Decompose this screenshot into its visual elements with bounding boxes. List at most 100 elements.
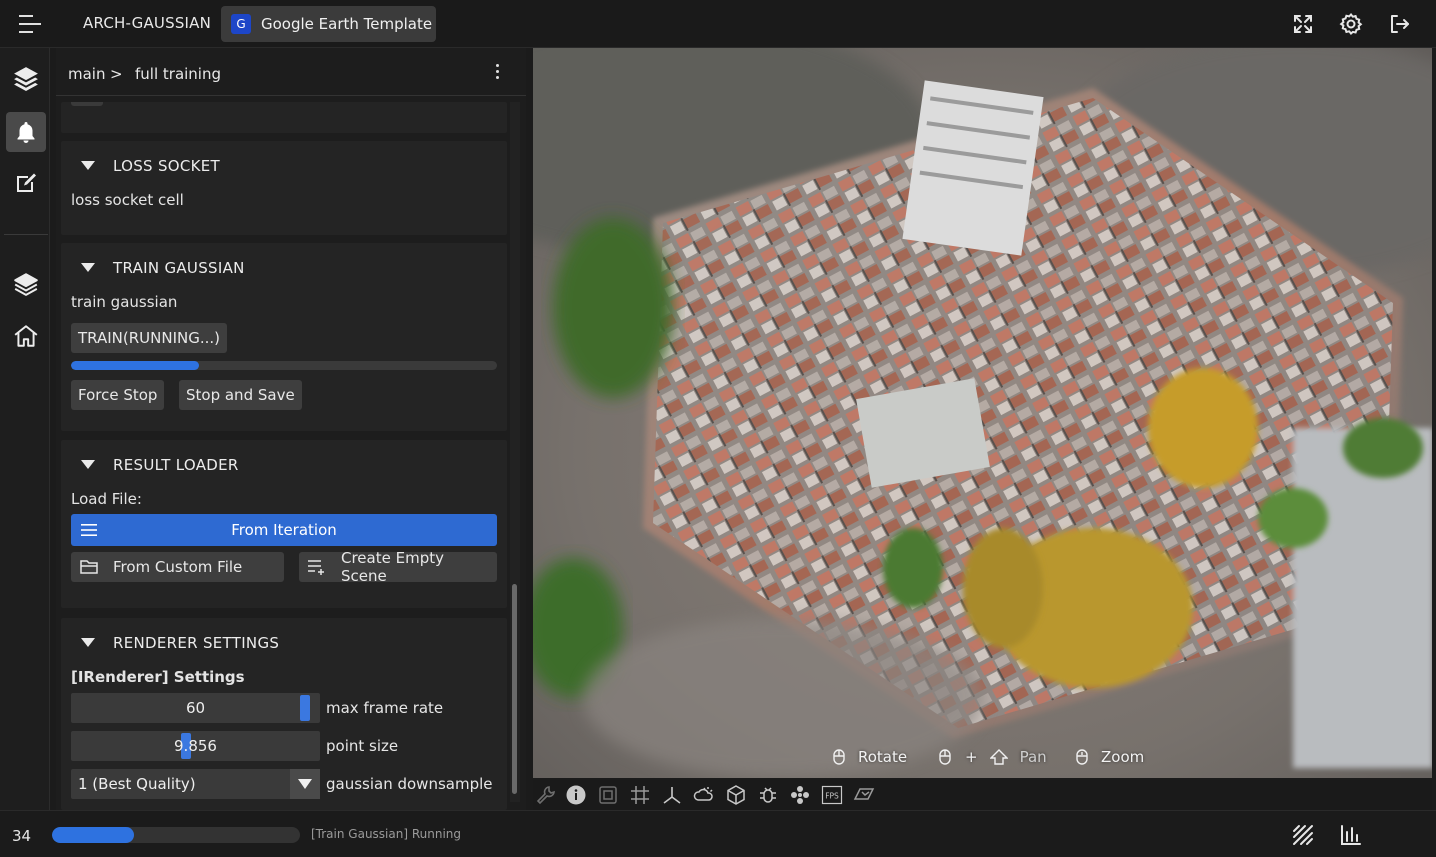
max-frame-rate-value: 60 (185, 699, 206, 717)
gear-icon[interactable] (1339, 12, 1363, 36)
fullscreen-icon[interactable] (1291, 12, 1315, 36)
bell-icon (17, 122, 35, 143)
gaussian-downsample-select[interactable]: 1 (Best Quality) (71, 769, 320, 799)
rail-item-home[interactable] (6, 316, 46, 356)
info-icon[interactable] (565, 784, 587, 806)
renderer-settings-header[interactable]: RENDERER SETTINGS (61, 618, 507, 666)
loss-socket-header[interactable]: LOSS SOCKET (61, 141, 507, 189)
mouse-left-icon (833, 749, 845, 765)
gaussian-downsample-value: 1 (Best Quality) (78, 775, 196, 793)
stop-and-save-button[interactable]: Stop and Save (179, 380, 302, 410)
bar-chart-icon[interactable] (1339, 823, 1363, 847)
renderer-settings-title: RENDERER SETTINGS (113, 634, 280, 652)
weather-icon[interactable] (693, 784, 715, 806)
status-message: [Train Gaussian] Running (311, 827, 462, 841)
zoom-label: Zoom (1101, 748, 1145, 766)
status-bar: 34 [Train Gaussian] Running (0, 810, 1436, 857)
train-button[interactable]: TRAIN(RUNNING...) (71, 323, 228, 353)
collapse-caret-icon (81, 263, 95, 272)
train-gaussian-card: TRAIN GAUSSIAN train gaussian TRAIN(RUNN… (61, 243, 507, 431)
project-name: Google Earth Template (261, 15, 433, 33)
cluster-icon[interactable] (789, 784, 811, 806)
breadcrumb: main > full training (56, 48, 526, 96)
point-size-slider[interactable]: 9.856 (71, 731, 320, 761)
max-frame-rate-slider[interactable]: 60 (71, 693, 320, 723)
renderer-settings-subtitle: [IRenderer] Settings (71, 668, 245, 686)
create-empty-scene-button[interactable]: Create Empty Scene (299, 549, 497, 585)
gaussian-scene-render (533, 48, 1432, 778)
top-bar: ARCH-GAUSSIAN G Google Earth Template (0, 0, 1436, 48)
app-title: ARCH-GAUSSIAN (83, 14, 212, 32)
rotate-label: Rotate (858, 748, 908, 766)
from-custom-file-label: From Custom File (113, 558, 243, 576)
from-custom-file-button[interactable]: From Custom File (71, 552, 284, 582)
pan-hint: + Pan (939, 748, 1047, 766)
left-rail (0, 48, 50, 810)
result-loader-card: RESULT LOADER Load File: From Iteration … (61, 440, 507, 608)
layers-icon (14, 273, 38, 296)
loss-socket-text: loss socket cell (71, 191, 184, 209)
panel-scrollbar-thumb[interactable] (512, 584, 517, 794)
point-size-label: point size (326, 737, 399, 755)
add-list-icon (308, 560, 324, 575)
load-file-label: Load File: (71, 490, 142, 508)
loss-socket-title: LOSS SOCKET (113, 157, 221, 175)
project-badge-icon: G (231, 14, 251, 34)
point-size-value: 9.856 (174, 737, 217, 755)
plane-icon[interactable] (853, 784, 875, 806)
bug-icon[interactable] (757, 784, 779, 806)
shift-key-icon (989, 749, 1008, 765)
graph-panel: main > full training LOSS SOCKET loss so… (56, 48, 526, 810)
status-progress-fill (52, 827, 134, 843)
rotate-hint: Rotate (833, 748, 907, 766)
rail-item-layers[interactable] (6, 58, 46, 98)
rail-item-edit[interactable] (6, 163, 46, 203)
loss-socket-card: LOSS SOCKET loss socket cell (61, 141, 507, 235)
frame-icon[interactable] (597, 784, 619, 806)
home-icon (14, 325, 38, 347)
rail-divider (4, 234, 48, 235)
collapse-caret-icon (81, 460, 95, 469)
fps-label: FPS (825, 792, 839, 801)
zoom-hint: Zoom (1076, 748, 1144, 766)
collapse-caret-icon (81, 161, 95, 170)
more-options-icon[interactable] (492, 62, 502, 82)
folder-icon (80, 560, 98, 574)
edit-icon (17, 173, 36, 192)
menu-icon[interactable] (16, 12, 42, 36)
project-selector[interactable]: G Google Earth Template (221, 6, 436, 42)
pan-label: Pan (1019, 748, 1047, 766)
previous-card-control (71, 102, 103, 106)
renderer-settings-card: RENDERER SETTINGS [IRenderer] Settings 6… (61, 618, 507, 810)
logout-icon[interactable] (1387, 12, 1411, 36)
mouse-left-icon (939, 749, 951, 765)
train-gaussian-header[interactable]: TRAIN GAUSSIAN (61, 243, 507, 291)
result-loader-title: RESULT LOADER (113, 456, 239, 474)
status-progress-bar (52, 827, 300, 843)
wrench-icon[interactable] (535, 784, 557, 806)
train-gaussian-title: TRAIN GAUSSIAN (113, 259, 245, 277)
breadcrumb-current[interactable]: full training (135, 65, 221, 83)
render-viewport[interactable]: Rotate + Pan Zoom (533, 48, 1432, 778)
breadcrumb-separator: > (110, 65, 123, 83)
axes-icon[interactable] (661, 784, 683, 806)
plus-label: + (965, 748, 978, 766)
result-loader-header[interactable]: RESULT LOADER (61, 440, 507, 488)
dropdown-arrow-icon[interactable] (290, 769, 320, 799)
mouse-wheel-icon (1076, 749, 1088, 765)
hatch-icon[interactable] (1291, 823, 1315, 847)
grid-icon[interactable] (629, 784, 651, 806)
rail-item-notifications[interactable] (6, 112, 46, 152)
cube-icon[interactable] (725, 784, 747, 806)
viewport-toolbar: FPS (533, 780, 1432, 810)
rail-item-stack[interactable] (6, 264, 46, 304)
force-stop-button[interactable]: Force Stop (71, 380, 165, 410)
from-iteration-button[interactable]: From Iteration (71, 514, 497, 546)
breadcrumb-root[interactable]: main (68, 65, 105, 83)
train-gaussian-text: train gaussian (71, 293, 178, 311)
fps-icon[interactable]: FPS (821, 784, 843, 806)
previous-card (61, 102, 507, 133)
layers-icon (14, 67, 38, 91)
train-progress-fill (71, 361, 199, 370)
status-count: 34 (12, 827, 32, 845)
